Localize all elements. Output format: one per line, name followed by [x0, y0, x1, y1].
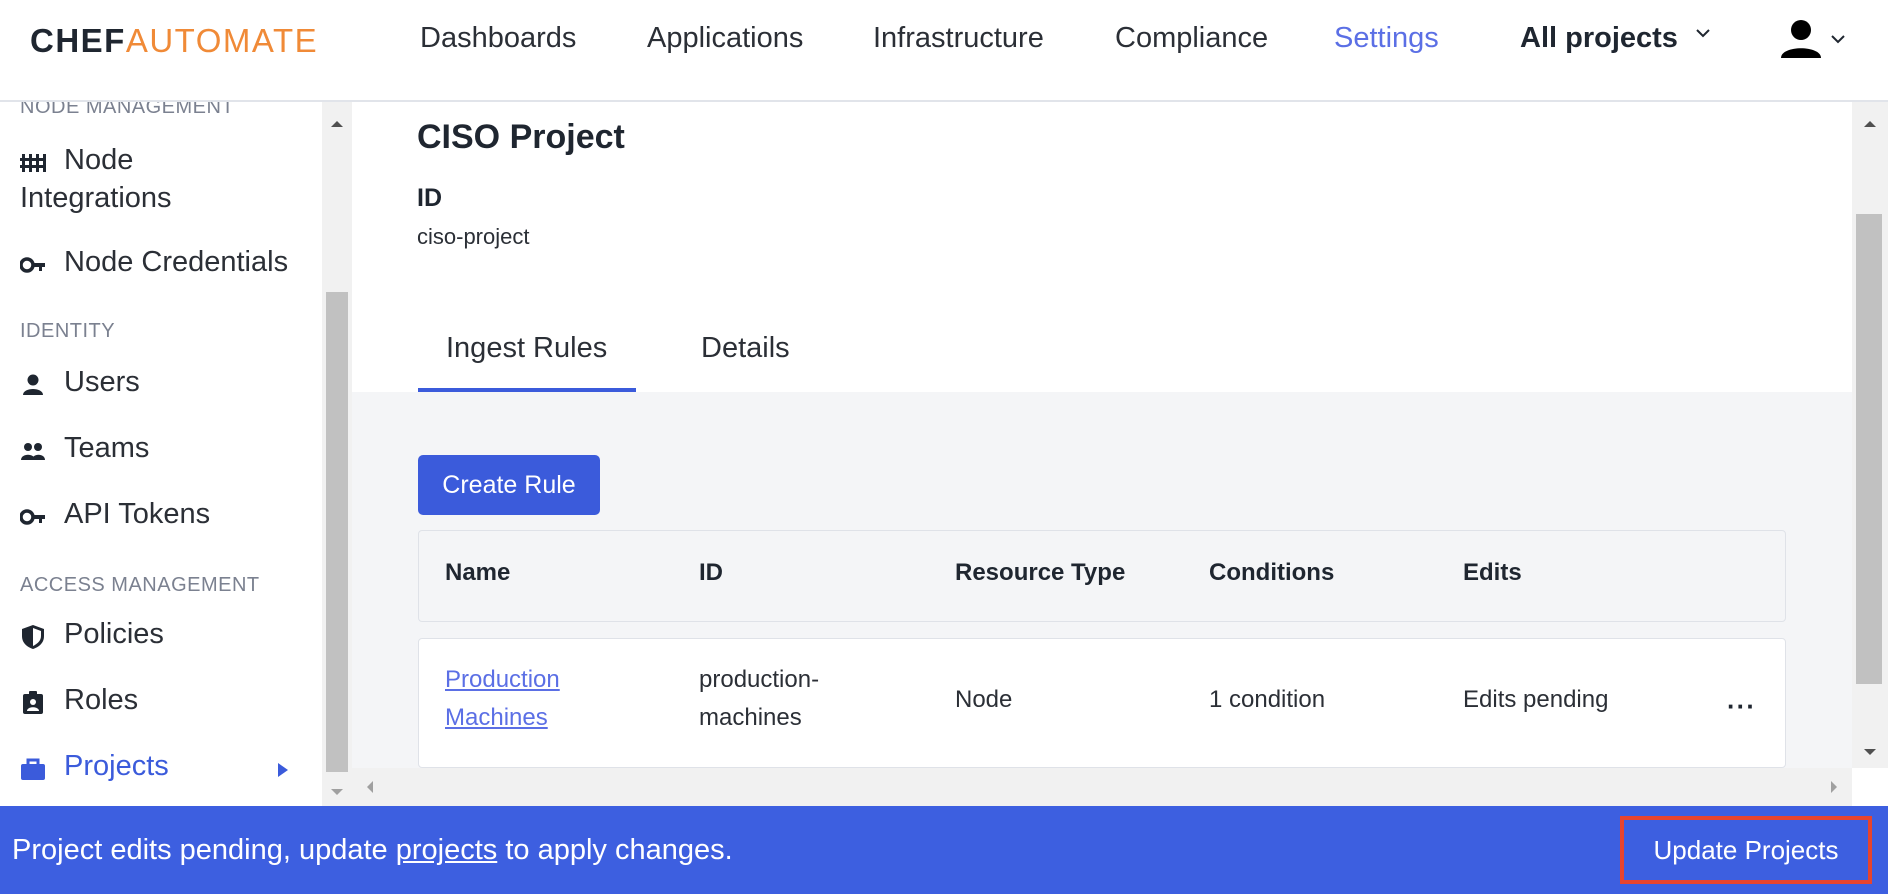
- sidebar-item-node-credentials[interactable]: Node Credentials: [20, 246, 310, 286]
- sidebar-item-label: Policies: [64, 618, 164, 650]
- node-integrations-icon: [20, 154, 46, 172]
- rule-id-line: production-: [699, 666, 820, 693]
- column-header-resource-type: Resource Type: [955, 559, 1126, 586]
- rules-table-header: Name ID Resource Type Conditions Edits: [418, 530, 1786, 622]
- scroll-down-arrow-icon[interactable]: [1852, 742, 1888, 762]
- project-id-value: ciso-project: [417, 224, 530, 249]
- banner-text-post: to apply changes.: [497, 834, 733, 866]
- project-filter-dropdown[interactable]: All projects: [1520, 22, 1710, 55]
- scroll-right-arrow-icon[interactable]: [1824, 768, 1844, 806]
- user-menu-button[interactable]: [1780, 18, 1850, 62]
- sidebar-item-label: Node Credentials: [64, 246, 289, 278]
- sidebar-item-label: Roles: [64, 684, 139, 716]
- nav-dashboards[interactable]: Dashboards: [420, 22, 576, 55]
- sidebar-item-label: Teams: [64, 432, 150, 464]
- row-actions-menu-button[interactable]: ···: [1727, 691, 1756, 722]
- briefcase-icon: [21, 758, 45, 780]
- tab-details[interactable]: Details: [701, 332, 790, 365]
- column-header-conditions: Conditions: [1209, 559, 1335, 586]
- create-rule-button[interactable]: Create Rule: [418, 455, 600, 515]
- sidebar-item-api-tokens[interactable]: API Tokens: [20, 498, 310, 538]
- chevron-down-icon: [1831, 35, 1845, 44]
- sidebar-scrollbar-thumb[interactable]: [326, 292, 348, 772]
- shield-icon: [22, 625, 44, 649]
- main-vertical-scrollbar[interactable]: [1852, 102, 1888, 768]
- user-icon: [1781, 20, 1821, 58]
- active-tab-indicator: [418, 388, 636, 392]
- logo-text-chef: CHEF: [30, 22, 126, 59]
- sidebar-scrollbar[interactable]: [322, 102, 352, 806]
- column-header-id: ID: [699, 559, 723, 586]
- key-icon: [20, 257, 45, 273]
- chef-automate-logo[interactable]: CHEFAUTOMATE: [30, 22, 318, 60]
- sidebar-item-roles[interactable]: Roles: [20, 684, 310, 724]
- settings-sidebar: NODE MANAGEMENT Node Integrations Node C…: [0, 102, 322, 806]
- sidebar-item-teams[interactable]: Teams: [20, 432, 310, 472]
- banner-text-pre: Project edits pending, update: [12, 834, 396, 866]
- rule-name-line: Production: [445, 666, 560, 693]
- caret-right-icon: [278, 763, 288, 777]
- rule-id-line: machines: [699, 704, 802, 731]
- project-id-label: ID: [417, 184, 442, 212]
- sidebar-item-label: API Tokens: [64, 498, 211, 530]
- top-nav: CHEFAUTOMATE Dashboards Applications Inf…: [0, 0, 1888, 102]
- sidebar-item-users[interactable]: Users: [20, 366, 310, 406]
- sidebar-item-policies[interactable]: Policies: [20, 618, 310, 658]
- scroll-down-arrow-icon[interactable]: [322, 782, 352, 802]
- sidebar-item-label: Projects: [64, 750, 169, 782]
- scroll-up-arrow-icon[interactable]: [322, 114, 352, 134]
- main-content: CISO Project ID ciso-project Ingest Rule…: [352, 102, 1852, 806]
- user-icon: [23, 374, 43, 395]
- rule-id-cell: production- machines: [699, 661, 819, 737]
- page-title: CISO Project: [417, 118, 625, 156]
- rule-name-link[interactable]: Production Machines: [445, 661, 560, 737]
- banner-projects-link[interactable]: projects: [396, 834, 498, 866]
- project-filter-label: All projects: [1520, 22, 1678, 54]
- team-icon: [21, 443, 45, 460]
- chevron-down-icon: [1696, 29, 1710, 38]
- section-identity: IDENTITY: [20, 320, 116, 342]
- tab-ingest-rules[interactable]: Ingest Rules: [446, 332, 607, 365]
- rule-edits-cell: Edits pending: [1463, 686, 1609, 713]
- section-node-management: NODE MANAGEMENT: [20, 102, 235, 118]
- section-access-management: ACCESS MANAGEMENT: [20, 574, 260, 596]
- nav-infrastructure[interactable]: Infrastructure: [873, 22, 1044, 55]
- badge-icon: [23, 691, 43, 714]
- nav-applications[interactable]: Applications: [647, 22, 803, 55]
- rule-name-line: Machines: [445, 704, 548, 731]
- sidebar-item-node-integrations[interactable]: Node Integrations: [20, 144, 310, 224]
- update-projects-button[interactable]: Update Projects: [1620, 816, 1872, 884]
- table-row: Production Machines production- machines…: [418, 638, 1786, 768]
- column-header-edits: Edits: [1463, 559, 1522, 586]
- rule-conditions-cell: 1 condition: [1209, 686, 1326, 713]
- sidebar-item-label: Node: [64, 144, 134, 176]
- main-horizontal-scrollbar[interactable]: [352, 768, 1852, 806]
- sidebar-item-projects[interactable]: Projects: [20, 750, 310, 790]
- logo-text-automate: AUTOMATE: [125, 22, 319, 59]
- banner-message: Project edits pending, update projects t…: [12, 834, 733, 867]
- key-icon: [20, 509, 45, 525]
- scroll-up-arrow-icon[interactable]: [1852, 114, 1888, 134]
- sidebar-item-label: Integrations: [20, 182, 172, 214]
- project-header: CISO Project ID ciso-project Ingest Rule…: [352, 102, 1852, 392]
- rule-resource-type-cell: Node: [955, 686, 1013, 713]
- column-header-name: Name: [445, 559, 511, 586]
- nav-settings[interactable]: Settings: [1334, 22, 1439, 55]
- main-scrollbar-thumb[interactable]: [1856, 214, 1882, 684]
- sidebar-item-label: Users: [64, 366, 140, 398]
- pending-edits-banner: Project edits pending, update projects t…: [0, 806, 1888, 894]
- scroll-left-arrow-icon[interactable]: [360, 768, 380, 806]
- nav-compliance[interactable]: Compliance: [1115, 22, 1268, 55]
